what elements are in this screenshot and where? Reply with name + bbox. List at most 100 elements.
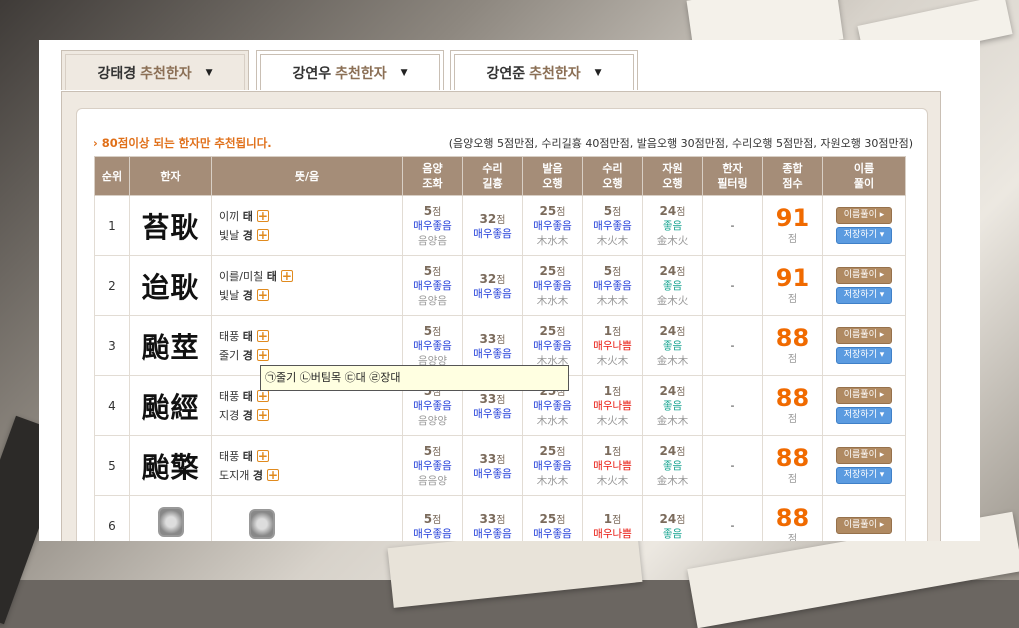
meaning-cell: 이를/미칠 태 + 빛날 경 + <box>211 255 403 316</box>
meaning-line: 이끼 태 + <box>219 209 269 223</box>
score-value: 25점 <box>539 204 566 218</box>
meaning-line: 이를/미칠 태 + <box>219 269 293 283</box>
element-text: 木木木 <box>596 295 629 307</box>
suri-ohaeng-cell: 1점 매우나쁨 木火木 <box>582 375 643 436</box>
score-grade: 매우나쁨 <box>593 460 632 472</box>
plus-icon[interactable]: + <box>256 409 269 421</box>
element-text: 음양음 <box>418 235 447 247</box>
element-text: 木火木 <box>596 415 629 427</box>
element-text: 음음양 <box>418 475 447 487</box>
meaning-cell: 태풍 태 + 도지개 경 + <box>211 435 403 496</box>
rank-cell: 2 <box>94 255 130 316</box>
element-text: 金木木 <box>656 475 689 487</box>
tab-3[interactable]: 강연준 추천한자 ▼ <box>450 50 638 90</box>
element-text: 음양음 <box>418 295 447 307</box>
score-value: 5점 <box>423 444 442 458</box>
score-grade: 매우좋음 <box>473 227 512 240</box>
score-grade: 매우좋음 <box>413 460 452 472</box>
column-header: 수리 오행 <box>582 156 643 196</box>
explain-button[interactable]: 이름풀이 ▸ <box>836 207 892 224</box>
tab-2[interactable]: 강연우 추천한자 ▼ <box>256 50 444 90</box>
score-grade: 매우좋음 <box>473 347 512 360</box>
score-grade: 매우좋음 <box>593 280 632 292</box>
score-grade: 매우좋음 <box>413 340 452 352</box>
element-text: 木火木 <box>596 355 629 367</box>
action-cell: 이름풀이 ▸ <box>822 495 906 541</box>
explain-button[interactable]: 이름풀이 ▸ <box>836 387 892 404</box>
action-cell: 이름풀이 ▸ 저장하기 ▾ <box>822 315 906 376</box>
jawon-cell: 24점 좋음 金木火 <box>642 255 703 316</box>
explain-button[interactable]: 이름풀이 ▸ <box>836 517 892 534</box>
recommend-hanja-window: 강태경 추천한자 ▼ 강연우 추천한자 ▼ 강연준 추천한자 ▼ › 80점이상 되는 한자… <box>39 40 980 541</box>
rank-cell: 3 <box>94 315 130 376</box>
plus-icon[interactable]: + <box>256 210 269 222</box>
column-header: 한자 필터링 <box>702 156 763 196</box>
total-unit: 점 <box>787 474 798 485</box>
rank-cell: 5 <box>94 435 130 496</box>
plus-icon[interactable]: + <box>256 330 269 342</box>
table-row: 5 颱檠 태풍 태 + 도지개 경 +5점 매우좋음 음음양 33점 매우좋음 25점 매우좋음 木水木… <box>94 435 906 496</box>
table-row: 1 苔耿 이끼 태 + 빛날 경 +5점 매우좋음 음양음 32점 매우좋음 25점 매우좋음 木水木 5… <box>94 195 906 256</box>
score-grade: 좋음 <box>662 280 683 292</box>
element-text: 음양양 <box>418 415 447 427</box>
chevron-down-icon: ▼ <box>400 67 408 78</box>
score-value: 33점 <box>479 391 506 406</box>
action-cell: 이름풀이 ▸ 저장하기 ▾ <box>822 255 906 316</box>
plus-icon[interactable]: + <box>256 349 269 361</box>
save-button[interactable]: 저장하기 ▾ <box>836 467 892 484</box>
action-cell: 이름풀이 ▸ 저장하기 ▾ <box>822 375 906 436</box>
score-grade: 매우좋음 <box>593 220 632 232</box>
score-value: 33점 <box>479 331 506 346</box>
score-grade: 매우좋음 <box>413 280 452 292</box>
score-value: 25점 <box>539 444 566 458</box>
total-cell: 88 점 <box>762 495 823 541</box>
plus-icon[interactable]: + <box>256 229 269 241</box>
column-header: 수리 길흉 <box>462 156 523 196</box>
action-cell: 이름풀이 ▸ 저장하기 ▾ <box>822 435 906 496</box>
score-grade: 좋음 <box>662 460 683 472</box>
hanja-cell: 颱檠 <box>129 435 212 496</box>
plus-icon[interactable]: + <box>256 289 269 301</box>
score-value: 1점 <box>603 444 622 458</box>
score-grade: 좋음 <box>662 400 683 412</box>
plus-icon[interactable]: + <box>280 270 293 282</box>
element-text: 金木木 <box>656 415 689 427</box>
explain-button[interactable]: 이름풀이 ▸ <box>836 267 892 284</box>
plus-icon[interactable]: + <box>256 450 269 462</box>
jawon-cell: 24점 좋음 <box>642 495 703 541</box>
save-button[interactable]: 저장하기 ▾ <box>836 227 892 244</box>
score-value: 24점 <box>659 324 686 338</box>
meaning-line: 태풍 태 + <box>219 329 269 343</box>
explain-button[interactable]: 이름풀이 ▸ <box>836 327 892 344</box>
hanja-cell: 苔耿 <box>129 195 212 256</box>
save-button[interactable]: 저장하기 ▾ <box>836 347 892 364</box>
score-grade: 매우좋음 <box>533 460 572 472</box>
column-header: 종합 점수 <box>762 156 823 196</box>
element-text: 木水木 <box>536 475 569 487</box>
recommend-note: › 80점이상 되는 한자만 추천됩니다. <box>93 136 272 150</box>
table-header: 순위 한자 뜻/음 음양 조화 수리 길흉 발음 오행 수리 오행 자원 오행 한자 필터링 종합 점수 이름 풀이 <box>94 156 906 196</box>
rank-cell: 1 <box>94 195 130 256</box>
filter-cell: - <box>702 375 763 436</box>
filter-cell: - <box>702 255 763 316</box>
hanja-cell <box>129 495 212 541</box>
plus-icon[interactable]: + <box>256 390 269 402</box>
table-row: 2 迨耿 이를/미칠 태 + 빛날 경 +5점 매우좋음 음양음 32점 매우좋음 25점 매우좋음 木… <box>94 255 906 316</box>
tab-1[interactable]: 강태경 추천한자 ▼ <box>61 50 249 90</box>
total-score: 88 <box>775 444 810 472</box>
score-value: 33점 <box>479 451 506 466</box>
score-value: 25점 <box>539 264 566 278</box>
score-value: 5점 <box>423 264 442 278</box>
table-row: 6 5점 매우좋음 33점 매우좋음 25점 매우좋음 1점 매우나쁨 24점 좋음 -88 점 이름풀이… <box>94 495 906 541</box>
save-button[interactable]: 저장하기 ▾ <box>836 287 892 304</box>
score-value: 24점 <box>659 384 686 398</box>
jawon-cell: 24점 좋음 金木火 <box>642 195 703 256</box>
meaning-line: 빛날 경 + <box>219 228 269 242</box>
total-unit: 점 <box>787 414 798 425</box>
save-button[interactable]: 저장하기 ▾ <box>836 407 892 424</box>
score-value: 24점 <box>659 511 686 526</box>
score-value: 32점 <box>479 271 506 286</box>
chevron-down-icon: ▼ <box>594 67 602 78</box>
plus-icon[interactable]: + <box>266 469 279 481</box>
explain-button[interactable]: 이름풀이 ▸ <box>836 447 892 464</box>
